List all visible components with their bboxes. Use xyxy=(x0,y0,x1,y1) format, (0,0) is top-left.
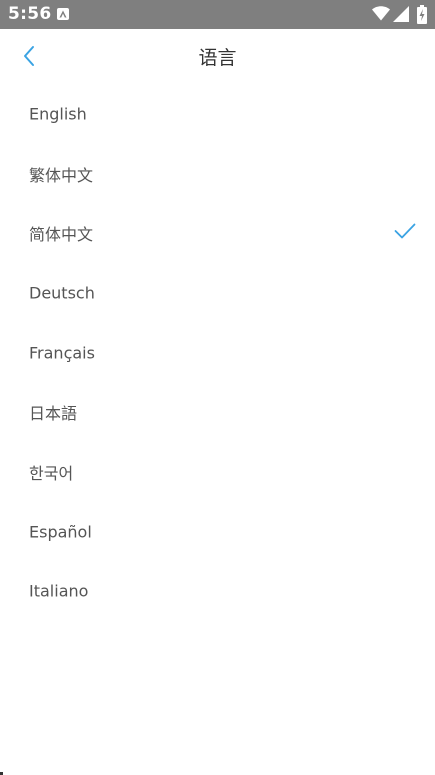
wifi-icon xyxy=(372,6,390,25)
language-label: 繁体中文 xyxy=(29,165,94,185)
status-time: 5:56 xyxy=(8,4,52,24)
checkmark-icon xyxy=(394,223,416,243)
language-item-korean[interactable]: 한국어 xyxy=(0,442,435,502)
language-item-traditional-chinese[interactable]: 繁体中文 xyxy=(0,144,435,204)
language-label: Deutsch xyxy=(29,283,95,303)
language-item-german[interactable]: Deutsch xyxy=(0,263,435,323)
language-item-japanese[interactable]: 日本語 xyxy=(0,382,435,442)
language-settings-screen: 5:56 语言 English 繁体中文 简体中文 Deutsch França… xyxy=(0,0,435,775)
language-label: Español xyxy=(29,522,92,542)
language-label: English xyxy=(29,104,87,124)
language-label: 한국어 xyxy=(29,463,74,483)
battery-charging-icon xyxy=(417,5,427,28)
language-label: 简体中文 xyxy=(29,225,94,245)
status-bar: 5:56 xyxy=(0,0,435,29)
language-item-french[interactable]: Français xyxy=(0,323,435,383)
language-list: English 繁体中文 简体中文 Deutsch Français 日本語 한… xyxy=(0,84,435,621)
language-label: Italiano xyxy=(29,581,89,601)
app-bar: 语言 xyxy=(0,29,435,85)
language-item-simplified-chinese[interactable]: 简体中文 xyxy=(0,203,435,263)
language-item-italian[interactable]: Italiano xyxy=(0,562,435,622)
language-label: 日本語 xyxy=(29,404,78,424)
page-title: 语言 xyxy=(198,47,237,69)
language-item-english[interactable]: English xyxy=(0,84,435,144)
cell-signal-icon xyxy=(393,6,409,26)
language-item-spanish[interactable]: Español xyxy=(0,502,435,562)
a-notification-icon xyxy=(57,8,69,20)
language-label: Français xyxy=(29,343,95,363)
